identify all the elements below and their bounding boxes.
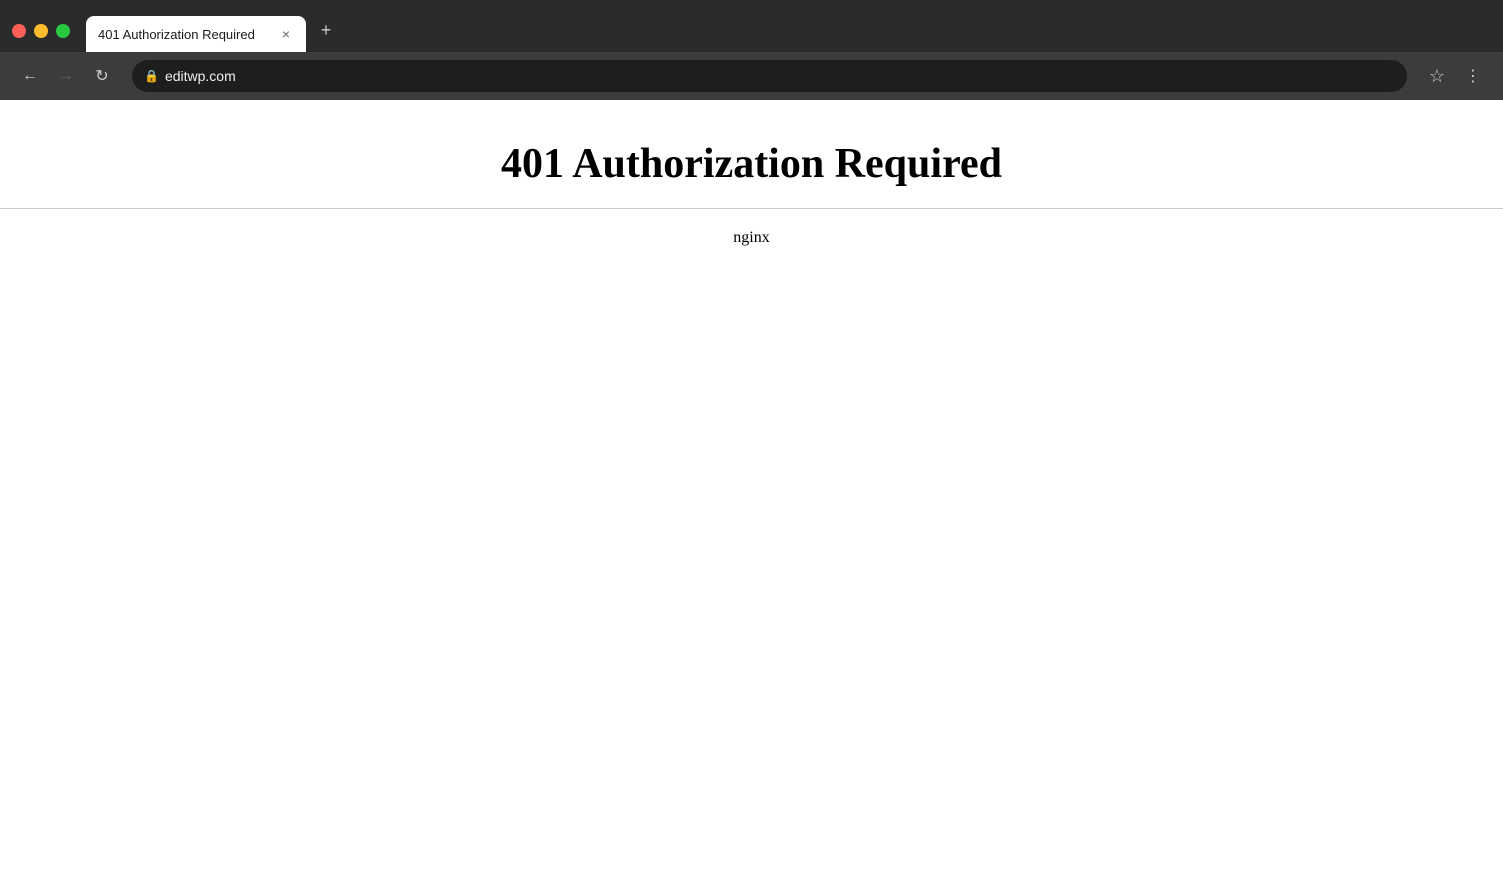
address-bar: ← → ↻ 🔒 editwp.com ☆ ⋮: [0, 52, 1503, 100]
page-content: 401 Authorization Required nginx: [0, 100, 1503, 247]
error-heading: 401 Authorization Required: [501, 140, 1002, 188]
window-close-button[interactable]: [12, 24, 26, 38]
browser-chrome: 401 Authorization Required × + ← → ↻ 🔒 e…: [0, 0, 1503, 100]
reload-button[interactable]: ↻: [88, 62, 116, 90]
bookmark-button[interactable]: ☆: [1423, 62, 1451, 90]
tab-title: 401 Authorization Required: [98, 27, 270, 42]
back-button[interactable]: ←: [16, 62, 44, 90]
window-maximize-button[interactable]: [56, 24, 70, 38]
tab-close-button[interactable]: ×: [278, 26, 294, 42]
forward-button[interactable]: →: [52, 62, 80, 90]
lock-icon: 🔒: [144, 69, 159, 83]
menu-button[interactable]: ⋮: [1459, 62, 1487, 90]
divider: [0, 208, 1503, 209]
address-input-wrapper[interactable]: 🔒 editwp.com: [132, 60, 1407, 92]
server-label: nginx: [733, 229, 769, 247]
window-minimize-button[interactable]: [34, 24, 48, 38]
new-tab-button[interactable]: +: [312, 16, 340, 44]
active-tab[interactable]: 401 Authorization Required ×: [86, 16, 306, 52]
tab-bar: 401 Authorization Required × +: [0, 0, 1503, 52]
window-controls: [12, 24, 70, 38]
address-text: editwp.com: [165, 68, 1395, 84]
